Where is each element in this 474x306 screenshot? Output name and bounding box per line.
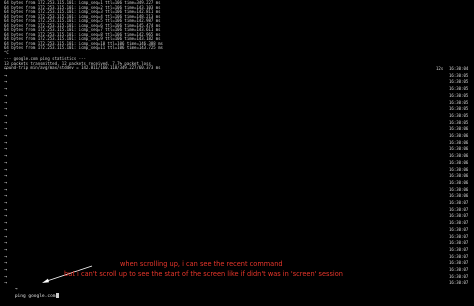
prompt-timestamp: 16:30:07 <box>449 260 469 266</box>
prompt-timestamp: 16:30:07 <box>449 226 469 232</box>
prompt-timestamp: 16:30:05 <box>449 119 469 125</box>
prompt-arrow-icon: → <box>4 133 8 139</box>
prompt-arrow-icon: → <box>4 246 8 253</box>
prompt-timestamp: 16:30:05 <box>449 79 469 85</box>
command-text: ping google.com <box>14 294 56 299</box>
prompt-timestamp: 16:30:04 <box>449 66 469 71</box>
prompt-timestamp: 16:30:05 <box>449 86 469 92</box>
prompt-timestamp: 16:30:05 <box>449 99 469 105</box>
annotation-line-1: when scrolling up, i can see the recent … <box>120 260 283 268</box>
output-line: ^C <box>4 49 9 55</box>
prompt-timestamp: 16:30:07 <box>449 213 469 219</box>
prompt-timestamp: 16:30:05 <box>449 112 469 118</box>
prompt-timestamp: 16:30:06 <box>449 153 469 159</box>
prompt-timestamp: 16:30:07 <box>449 233 469 239</box>
prompt-timestamp: 16:30:06 <box>449 179 469 185</box>
prompt-timestamp: 16:30:06 <box>449 186 469 192</box>
prompt-timestamp: 16:30:05 <box>449 106 469 112</box>
prompt-arrow-icon: → <box>4 166 8 173</box>
prompt-timestamp: 16:30:06 <box>449 126 469 132</box>
prompt-arrow-icon: → <box>4 92 8 99</box>
prompt-timestamp: 16:30:06 <box>449 166 469 172</box>
prompt-timestamp: 16:30:06 <box>449 139 469 145</box>
prompt-arrow-icon: → <box>4 233 8 240</box>
prompt-arrow-icon: → <box>4 213 8 220</box>
prompt-arrow-icon: → <box>4 106 8 113</box>
prompt-timestamp: 16:30:07 <box>449 267 469 272</box>
prompt-arrow-icon: → <box>4 273 8 280</box>
annotation-line-2: but i can't scroll up to see the start o… <box>64 270 343 278</box>
prompt-row: → 16:30:07 <box>0 280 474 287</box>
prompt-timestamp: 16:30:07 <box>449 240 469 246</box>
prompt-arrow-icon: → <box>4 126 8 133</box>
prompt-arrow-icon: → <box>4 112 8 119</box>
prompt-arrow-icon: → <box>4 86 8 93</box>
prompt-arrow-icon: → <box>4 99 8 106</box>
text-cursor <box>56 293 60 298</box>
prompt-arrow-icon: → <box>4 119 8 126</box>
command-duration: 12s <box>436 66 444 71</box>
prompt-timestamp: 16:30:06 <box>449 173 469 179</box>
command-line[interactable]: → ping google.com <box>4 281 60 306</box>
prompt-arrow-icon: → <box>4 179 8 186</box>
prompt-timestamp: 16:30:07 <box>449 280 469 286</box>
prompt-timestamp: 16:30:07 <box>449 206 469 212</box>
prompt-timestamp: 16:30:06 <box>449 159 469 165</box>
prompt-arrow-icon: → <box>4 240 8 247</box>
prompt-arrow-icon: → <box>4 260 8 267</box>
terminal-window[interactable]: 64 bytes from 172.253.115.101: icmp_seq=… <box>0 0 474 299</box>
prompt-arrow-icon: → <box>4 159 8 166</box>
prompt-arrow-icon: → <box>4 139 8 146</box>
prompt-arrow-icon: → <box>4 220 8 227</box>
prompt-arrow-icon: → <box>4 79 8 86</box>
prompt-timestamp: 16:30:07 <box>449 220 469 226</box>
prompt-timestamp: 16:30:05 <box>449 72 469 78</box>
prompt-arrow-icon: → <box>4 153 8 160</box>
prompt-timestamp: 16:30:07 <box>449 246 469 252</box>
prompt-timestamp: 16:30:07 <box>449 273 469 279</box>
prompt-arrow-icon: → <box>4 206 8 213</box>
prompt-timestamp: 16:30:06 <box>449 193 469 199</box>
prompt-timestamp: 16:30:05 <box>449 92 469 98</box>
prompt-arrow-icon: → <box>4 72 8 79</box>
prompt-timestamp: 16:30:06 <box>449 133 469 138</box>
prompt-arrow-icon: → <box>4 267 8 273</box>
prompt-arrow-icon: → <box>14 287 18 292</box>
prompt-timestamp: 16:30:06 <box>449 146 469 152</box>
prompt-arrow-icon: → <box>4 186 8 193</box>
prompt-arrow-icon: → <box>4 253 8 260</box>
prompt-arrow-icon: → <box>4 200 8 206</box>
prompt-arrow-icon: → <box>4 66 8 72</box>
output-line: 64 bytes from 172.253.115.101: icmp_seq=… <box>4 45 163 50</box>
prompt-arrow-icon: → <box>4 193 8 200</box>
prompt-timestamp: 16:30:07 <box>449 253 469 259</box>
prompt-timestamp: 16:30:07 <box>449 200 469 205</box>
prompt-arrow-icon: → <box>4 173 8 180</box>
prompt-arrow-icon: → <box>4 226 8 233</box>
prompt-arrow-icon: → <box>4 146 8 153</box>
